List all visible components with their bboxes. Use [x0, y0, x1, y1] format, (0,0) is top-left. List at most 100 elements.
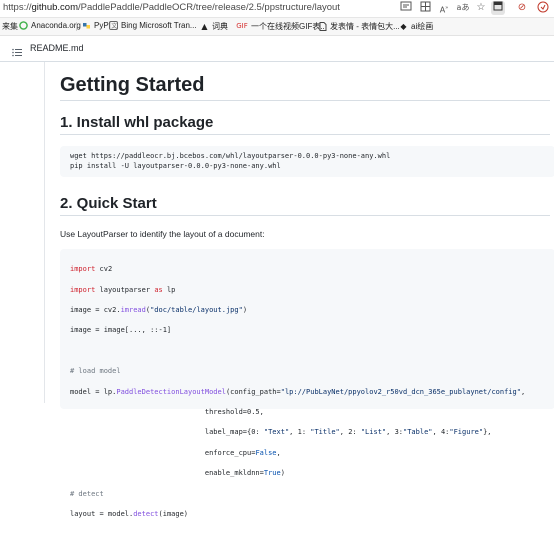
bookmark-item[interactable]: 来集	[2, 21, 18, 32]
code-token: enforce_cpu=	[70, 448, 256, 457]
divider	[60, 215, 550, 216]
code-line: enforce_cpu=False,	[70, 448, 525, 458]
code-line: pip install -U layoutparser-0.0.0-py3-no…	[70, 162, 281, 171]
code-token: # load model	[70, 367, 121, 376]
code-token: import	[70, 285, 96, 294]
code-content: wget https://paddleocr.bj.bcebos.com/whl…	[70, 151, 390, 171]
url-prefix: https://	[3, 2, 32, 13]
code-token: layout = model.	[70, 510, 134, 519]
divider	[60, 134, 550, 135]
read-aloud-icon[interactable]: A»	[437, 1, 451, 15]
read-view-icon[interactable]	[399, 1, 413, 15]
ai-icon: ◆	[400, 22, 407, 31]
url-path: /PaddlePaddle/PaddleOCR/tree/release/2.5…	[78, 2, 340, 13]
code-token: (config_path=	[225, 387, 281, 396]
address-bar[interactable]: https://github.com/PaddlePaddle/PaddleOC…	[0, 0, 554, 18]
gif-icon: GIF	[236, 22, 248, 30]
readme-header: README.md	[0, 36, 554, 62]
code-token: lp	[162, 285, 176, 294]
grid-icon[interactable]	[418, 1, 432, 15]
section-heading-install: 1. Install whl package	[60, 114, 214, 131]
code-line: threshold=0.5,	[70, 407, 525, 417]
code-token: PaddleDetectionLayoutModel	[116, 387, 226, 396]
translate-icon[interactable]: aあ	[456, 1, 470, 15]
page-title: Getting Started	[60, 74, 205, 96]
code-block-install[interactable]: wget https://paddleocr.bj.bcebos.com/whl…	[60, 146, 554, 177]
url-host: github.com	[31, 2, 78, 13]
bookmark-label: Anaconda.org	[31, 21, 81, 30]
more-icon[interactable]	[536, 1, 550, 15]
url-field[interactable]: https://github.com/PaddlePaddle/PaddleOC…	[3, 2, 340, 13]
dictionary-icon: ▲	[201, 22, 208, 31]
code-token: },	[483, 428, 492, 437]
star-icon[interactable]: ☆	[474, 1, 488, 15]
tab-actions-icon[interactable]	[491, 1, 505, 15]
code-token: "List"	[360, 428, 387, 437]
bookmark-label: ai绘画	[411, 22, 434, 31]
svg-text:文: 文	[111, 22, 117, 30]
code-token: "doc/table/layout.jpg"	[150, 306, 243, 315]
bookmark-item[interactable]: ◆ ai绘画	[399, 21, 433, 32]
bookmark-label: Bing Microsoft Tran...	[121, 21, 197, 30]
code-line: import cv2	[70, 264, 525, 274]
code-token: , 2:	[339, 428, 361, 437]
code-token: image = image[..., ::-1]	[70, 326, 172, 335]
code-token: detect	[133, 510, 159, 519]
section-heading-quick-start: 2. Quick Start	[60, 195, 157, 212]
code-line: layout = model.detect(image)	[70, 509, 525, 519]
bookmarks-bar: 来集 Anaconda.org PyPI 文 Bing Microsoft Tr…	[0, 18, 554, 36]
code-token: , 1:	[289, 428, 311, 437]
extension-icon[interactable]: ⊘	[515, 1, 529, 15]
bookmark-item[interactable]: 发表情 - 表情包大...	[318, 21, 400, 32]
divider	[60, 100, 550, 101]
code-token: as	[154, 285, 163, 294]
code-token: "Table"	[403, 428, 433, 437]
bookmark-item[interactable]: Anaconda.org	[19, 21, 81, 30]
code-token: )	[242, 306, 248, 315]
code-token: "Text"	[263, 428, 290, 437]
code-token: , 3:	[386, 428, 403, 437]
code-line: image = cv2.imread("doc/table/layout.jpg…	[70, 305, 525, 315]
code-token: label_map={0:	[70, 428, 264, 437]
bookmark-item[interactable]: 文 Bing Microsoft Tran...	[109, 21, 197, 30]
code-content: import cv2 import layoutparser as lp ima…	[70, 254, 525, 540]
code-token: import	[70, 265, 96, 274]
bookmark-item[interactable]: GIF 一个在线视频GIF表...	[236, 21, 327, 32]
code-line: # load model	[70, 366, 525, 376]
code-token: threshold=0.5,	[70, 408, 264, 417]
code-line: ​	[70, 346, 525, 356]
code-token: layoutparser	[95, 285, 155, 294]
code-token: "Figure"	[449, 428, 484, 437]
code-line: wget https://paddleocr.bj.bcebos.com/whl…	[70, 152, 391, 160]
code-token: enable_mkldnn=	[70, 469, 264, 478]
doc-icon	[318, 22, 327, 31]
bookmark-label: 发表情 - 表情包大...	[330, 22, 400, 31]
anaconda-icon	[19, 21, 28, 30]
bookmark-label: 词典	[212, 22, 228, 31]
code-line: label_map={0: "Text", 1: "Title", 2: "Li…	[70, 427, 525, 437]
code-token: model = lp.	[70, 387, 117, 396]
bookmark-item[interactable]: PyPI	[82, 21, 111, 30]
code-token: )	[280, 469, 285, 478]
code-line: model = lp.PaddleDetectionLayoutModel(co…	[70, 387, 525, 397]
code-token: cv2	[95, 265, 113, 274]
outline-list-icon[interactable]	[12, 44, 22, 57]
code-token: , 4:	[432, 428, 450, 437]
code-line: import layoutparser as lp	[70, 285, 525, 295]
code-token: (image)	[158, 510, 189, 519]
code-token: ,	[520, 387, 526, 396]
code-token: imread	[120, 306, 146, 315]
bookmark-label: 来集	[2, 22, 18, 31]
code-token: image = cv2.	[70, 306, 121, 315]
bookmark-item[interactable]: ▲ 词典	[200, 21, 228, 32]
bing-icon: 文	[109, 21, 118, 30]
code-block-quick-start[interactable]: import cv2 import layoutparser as lp ima…	[60, 249, 554, 518]
code-token: ,	[276, 448, 281, 457]
code-line: # detect	[70, 489, 525, 499]
section-description: Use LayoutParser to identify the layout …	[60, 229, 265, 239]
bookmark-label: 一个在线视频GIF表...	[251, 22, 327, 31]
code-token: "Title"	[310, 428, 340, 437]
readme-filename[interactable]: README.md	[30, 43, 84, 53]
code-token: True	[263, 469, 281, 478]
code-token: False	[255, 448, 277, 457]
